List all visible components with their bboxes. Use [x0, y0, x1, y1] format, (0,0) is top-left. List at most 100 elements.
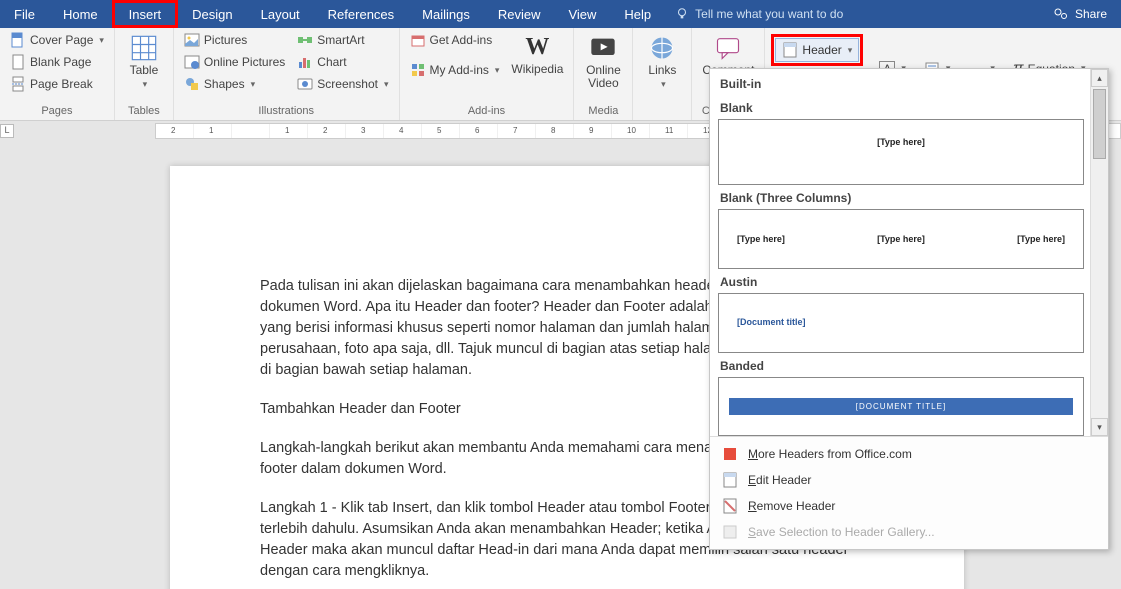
page-break-label: Page Break [30, 77, 93, 91]
gallery-section-builtin: Built-in [718, 73, 1084, 95]
ruler-tick: 11 [665, 126, 673, 135]
menubar: File Home Insert Design Layout Reference… [0, 0, 1121, 28]
online-pictures-icon [184, 54, 200, 70]
gallery-list[interactable]: Built-in Blank [Type here] Blank (Three … [710, 69, 1090, 436]
screenshot-icon [297, 76, 313, 92]
preview-placeholder: [Type here] [877, 234, 925, 244]
preview-placeholder: [Type here] [737, 234, 785, 244]
ruler-tick: 8 [551, 126, 555, 135]
preview-placeholder: [Document title] [737, 317, 806, 327]
table-label: Table [130, 63, 159, 77]
video-icon [589, 34, 617, 62]
ruler-tick: 1 [209, 126, 213, 135]
group-media: Online Video Media [574, 28, 633, 120]
shapes-label: Shapes [204, 77, 245, 91]
tab-insert[interactable]: Insert [112, 0, 179, 28]
scroll-up-icon[interactable]: ▴ [1091, 69, 1108, 87]
group-illustrations: Pictures Online Pictures Shapes ▾ SmartAr… [174, 28, 400, 120]
tab-file[interactable]: File [0, 0, 49, 28]
header-button[interactable]: Header▾ [775, 38, 859, 62]
tab-home[interactable]: Home [49, 0, 112, 28]
group-links: Links▾ [633, 28, 692, 120]
ruler-tick: 1 [285, 126, 289, 135]
comment-icon [714, 34, 742, 62]
ruler-tick: 2 [323, 126, 327, 135]
share-button[interactable]: Share [1039, 0, 1121, 28]
get-addins-label: Get Add-ins [430, 33, 493, 47]
gallery-item-austin[interactable]: [Document title] [718, 293, 1084, 353]
ruler-corner: L [0, 124, 14, 138]
scroll-down-icon[interactable]: ▾ [1091, 418, 1108, 436]
wikipedia-label: Wikipedia [511, 63, 563, 76]
tab-help[interactable]: Help [610, 0, 665, 28]
smartart-button[interactable]: SmartArt [293, 30, 392, 50]
gallery-item-blank-label: Blank [718, 95, 1084, 119]
chevron-down-icon: ▾ [99, 35, 104, 46]
smartart-label: SmartArt [317, 33, 364, 47]
chevron-down-icon: ▾ [143, 79, 148, 89]
tellme-search[interactable]: Tell me what you want to do [665, 0, 853, 28]
tab-mailings[interactable]: Mailings [408, 0, 484, 28]
save-gallery-icon [722, 524, 738, 540]
online-video-label: Online Video [586, 64, 621, 90]
shapes-icon [184, 76, 200, 92]
table-button[interactable]: Table ▾ [121, 30, 167, 90]
link-icon [648, 34, 676, 62]
more-headers-button[interactable]: More Headers from Office.com [710, 441, 1108, 467]
group-tables: Table▾ Tables [115, 28, 174, 120]
blank-page-icon [10, 54, 26, 70]
page-break-button[interactable]: Page Break [6, 74, 97, 94]
gallery-item-banded-label: Banded [718, 353, 1084, 377]
tab-review[interactable]: Review [484, 0, 555, 28]
chevron-down-icon: ▾ [251, 79, 256, 90]
chart-label: Chart [317, 55, 346, 69]
pictures-button[interactable]: Pictures [180, 30, 289, 50]
table-icon [130, 34, 158, 62]
chevron-down-icon: ▾ [848, 45, 853, 56]
gallery-item-austin-label: Austin [718, 269, 1084, 293]
blank-page-button[interactable]: Blank Page [6, 52, 95, 72]
screenshot-button[interactable]: Screenshot▾ [293, 74, 392, 94]
links-button[interactable]: Links▾ [639, 30, 685, 90]
lightbulb-icon [675, 7, 689, 21]
preview-placeholder: [Type here] [1017, 234, 1065, 244]
save-header-label: Save Selection to Header Gallery... [748, 525, 935, 539]
preview-band: [DOCUMENT TITLE] [729, 398, 1073, 415]
cover-page-button[interactable]: Cover Page ▾ [6, 30, 108, 50]
gallery-item-three-label: Blank (Three Columns) [718, 185, 1084, 209]
my-addins-button[interactable]: My Add-ins▾ [406, 60, 504, 80]
shapes-button[interactable]: Shapes ▾ [180, 74, 289, 94]
gallery-item-blank[interactable]: [Type here] [718, 119, 1084, 185]
chevron-down-icon: ▾ [661, 79, 666, 89]
gallery-item-banded[interactable]: [DOCUMENT TITLE] [718, 377, 1084, 436]
wikipedia-icon: W [525, 34, 549, 61]
get-addins-button[interactable]: Get Add-ins [406, 30, 504, 50]
header-gallery: Built-in Blank [Type here] Blank (Three … [709, 68, 1109, 550]
menubar-spacer [853, 0, 1039, 28]
edit-header-label: Edit Header [748, 473, 811, 487]
online-video-button[interactable]: Online Video [580, 30, 626, 90]
tab-references[interactable]: References [314, 0, 408, 28]
online-pictures-button[interactable]: Online Pictures [180, 52, 289, 72]
gallery-item-three-columns[interactable]: [Type here] [Type here] [Type here] [718, 209, 1084, 269]
online-pictures-label: Online Pictures [204, 55, 285, 69]
gallery-scrollbar[interactable]: ▴ ▾ [1090, 69, 1108, 436]
chevron-down-icon: ▾ [384, 79, 389, 90]
cover-page-label: Cover Page [30, 33, 93, 47]
more-headers-label: More Headers from Office.com [748, 447, 912, 461]
share-label: Share [1075, 7, 1107, 21]
tab-design[interactable]: Design [178, 0, 246, 28]
ruler-tick: 10 [627, 126, 636, 135]
chart-button[interactable]: Chart [293, 52, 392, 72]
edit-header-button[interactable]: Edit Header [710, 467, 1108, 493]
ruler-tick: 2 [171, 126, 175, 135]
tab-layout[interactable]: Layout [247, 0, 314, 28]
remove-header-button[interactable]: Remove Header [710, 493, 1108, 519]
tab-view[interactable]: View [554, 0, 610, 28]
ruler-tick: 9 [589, 126, 593, 135]
chevron-down-icon: ▾ [495, 65, 500, 76]
wikipedia-button[interactable]: W Wikipedia [507, 30, 567, 76]
group-pages-label: Pages [6, 103, 108, 120]
scroll-thumb[interactable] [1093, 89, 1106, 159]
gallery-footer: More Headers from Office.com Edit Header… [710, 436, 1108, 549]
